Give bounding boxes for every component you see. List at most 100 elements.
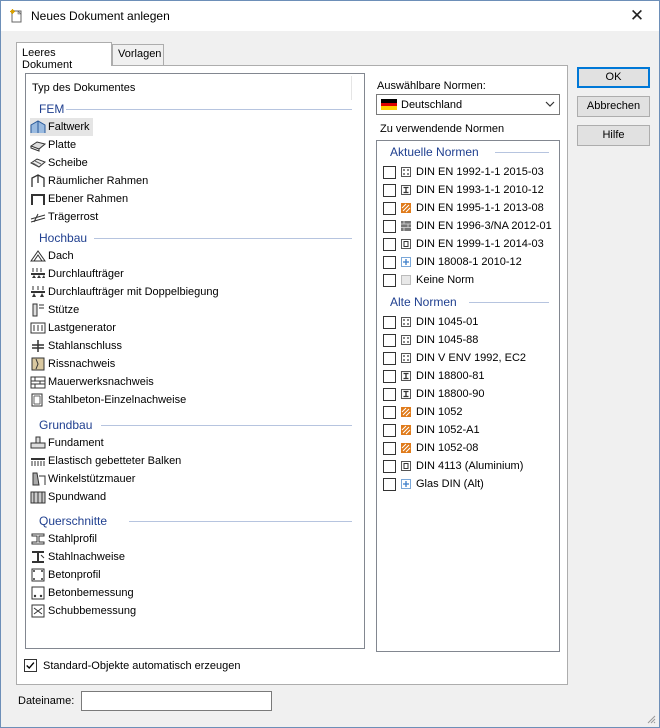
ok-button[interactable]: OK	[577, 67, 650, 88]
norm-checkbox[interactable]	[383, 273, 396, 287]
resize-grip-icon[interactable]	[646, 714, 656, 724]
norm-checkbox[interactable]	[383, 237, 396, 251]
cancel-button[interactable]: Abbrechen	[577, 96, 650, 117]
norm-checkbox[interactable]	[383, 423, 396, 437]
group-title: FEM	[39, 102, 65, 116]
norm-item[interactable]: DIN 1052-A1	[383, 421, 480, 439]
document-type-item[interactable]: Ebener Rahmen	[30, 190, 131, 208]
concrete-design-icon	[31, 586, 45, 600]
document-type-item[interactable]: Schubbemessung	[30, 602, 139, 620]
norm-item[interactable]: DIN EN 1996-3/NA 2012-01	[383, 217, 552, 235]
norm-item[interactable]: DIN EN 1992-1-1 2015-03	[383, 163, 544, 181]
auto-objects-option[interactable]: Standard-Objekte automatisch erzeugen	[24, 659, 241, 672]
concrete-profile-icon	[31, 568, 45, 582]
norm-item[interactable]: Glas DIN (Alt)	[383, 475, 484, 493]
concrete-norm-icon	[401, 335, 411, 345]
document-type-item[interactable]: Trägerrost	[30, 208, 101, 226]
auto-objects-checkbox[interactable]	[24, 659, 37, 672]
filename-input[interactable]	[81, 691, 272, 711]
document-type-label: Faltwerk	[48, 121, 90, 133]
document-type-item[interactable]: Durchlaufträger	[30, 265, 127, 283]
norm-checkbox[interactable]	[383, 333, 396, 347]
document-type-item[interactable]: Stahlprofil	[30, 530, 100, 548]
help-button[interactable]: Hilfe	[577, 125, 650, 146]
norm-checkbox[interactable]	[383, 183, 396, 197]
norm-checkbox[interactable]	[383, 405, 396, 419]
norm-item[interactable]: DIN 4113 (Aluminium)	[383, 457, 523, 475]
crack-check-icon	[31, 357, 45, 371]
aluminium-norm-icon	[401, 461, 411, 471]
tab-empty-document[interactable]: Leeres Dokument	[16, 42, 112, 71]
document-type-label: Ebener Rahmen	[48, 193, 129, 205]
document-type-item[interactable]: Räumlicher Rahmen	[30, 172, 151, 190]
roof-icon	[30, 250, 46, 262]
norm-checkbox[interactable]	[383, 441, 396, 455]
girder-grid-icon	[30, 213, 46, 223]
norm-checkbox[interactable]	[383, 255, 396, 269]
norm-checkbox[interactable]	[383, 387, 396, 401]
document-type-item[interactable]: Betonprofil	[30, 566, 104, 584]
norm-item[interactable]: DIN 18800-81	[383, 367, 485, 385]
document-type-item[interactable]: Dach	[30, 247, 77, 265]
norm-item[interactable]: DIN EN 1995-1-1 2013-08	[383, 199, 544, 217]
norm-item[interactable]: DIN 18008-1 2010-12	[383, 253, 522, 271]
country-select-value: Deutschland	[401, 98, 463, 111]
document-type-list[interactable]: Typ des Dokumentes FEM Faltwerk Platte Sche…	[25, 73, 365, 649]
document-type-item[interactable]: Mauerwerksnachweis	[30, 373, 157, 391]
norm-checkbox[interactable]	[383, 201, 396, 215]
document-type-item[interactable]: Rissnachweis	[30, 355, 118, 373]
document-type-label: Fundament	[48, 437, 104, 449]
norm-group-divider	[495, 152, 549, 153]
norm-item[interactable]: DIN EN 1999-1-1 2014-03	[383, 235, 544, 253]
document-type-item[interactable]: Stahlnachweise	[30, 548, 128, 566]
timber-norm-icon	[401, 443, 411, 453]
document-type-item[interactable]: Durchlaufträger mit Doppelbiegung	[30, 283, 222, 301]
norm-checkbox[interactable]	[383, 315, 396, 329]
new-document-dialog: Neues Dokument anlegen ✕ Leeres Dokument…	[0, 0, 660, 728]
close-button[interactable]: ✕	[627, 6, 647, 26]
steel-norm-icon	[401, 389, 411, 399]
document-type-item[interactable]: Stahlbeton-Einzelnachweise	[30, 391, 189, 409]
document-type-item[interactable]: Spundwand	[30, 488, 109, 506]
document-type-label: Räumlicher Rahmen	[48, 175, 149, 187]
country-select[interactable]: Deutschland	[376, 94, 560, 115]
document-type-item[interactable]: Stahlanschluss	[30, 337, 125, 355]
norm-checkbox[interactable]	[383, 165, 396, 179]
norm-checkbox[interactable]	[383, 219, 396, 233]
norm-item[interactable]: DIN EN 1993-1-1 2010-12	[383, 181, 544, 199]
document-type-item[interactable]: Faltwerk	[30, 118, 93, 136]
document-type-header: Typ des Dokumentes	[32, 82, 136, 94]
auto-objects-label: Standard-Objekte automatisch erzeugen	[43, 659, 241, 672]
document-type-item[interactable]: Platte	[30, 136, 79, 154]
document-type-label: Stahlbeton-Einzelnachweise	[48, 394, 187, 406]
norm-item[interactable]: DIN 1045-88	[383, 331, 478, 349]
document-type-label: Scheibe	[48, 157, 88, 169]
norm-checkbox[interactable]	[383, 459, 396, 473]
steel-connection-icon	[32, 340, 44, 352]
group-divider	[66, 109, 352, 110]
tab-templates[interactable]: Vorlagen	[112, 44, 164, 65]
document-type-item[interactable]: Betonbemessung	[30, 584, 137, 602]
document-type-item[interactable]: Fundament	[30, 434, 107, 452]
norm-item[interactable]: DIN 1052	[383, 403, 462, 421]
document-type-label: Durchlaufträger	[48, 268, 124, 280]
document-type-label: Rissnachweis	[48, 358, 116, 370]
norm-item[interactable]: DIN 1052-08	[383, 439, 478, 457]
norm-checkbox[interactable]	[383, 369, 396, 383]
document-type-item[interactable]: Lastgenerator	[30, 319, 119, 337]
biaxial-beam-icon	[31, 286, 45, 297]
norms-list[interactable]: Aktuelle Normen DIN EN 1992-1-1 2015-03 DI…	[376, 140, 560, 652]
no-norm-icon	[401, 275, 411, 285]
document-type-item[interactable]: Winkelstützmauer	[30, 470, 138, 488]
norm-item[interactable]: DIN 1045-01	[383, 313, 478, 331]
norm-checkbox[interactable]	[383, 477, 396, 491]
norm-checkbox[interactable]	[383, 351, 396, 365]
norm-item[interactable]: DIN 18800-90	[383, 385, 485, 403]
group-title: Querschnitte	[39, 514, 108, 528]
document-type-item[interactable]: Stütze	[30, 301, 82, 319]
document-type-item[interactable]: Elastisch gebetteter Balken	[30, 452, 184, 470]
norm-item[interactable]: DIN V ENV 1992, EC2	[383, 349, 526, 367]
norm-item[interactable]: Keine Norm	[383, 271, 474, 289]
document-type-item[interactable]: Scheibe	[30, 154, 91, 172]
steel-check-icon	[32, 551, 45, 563]
